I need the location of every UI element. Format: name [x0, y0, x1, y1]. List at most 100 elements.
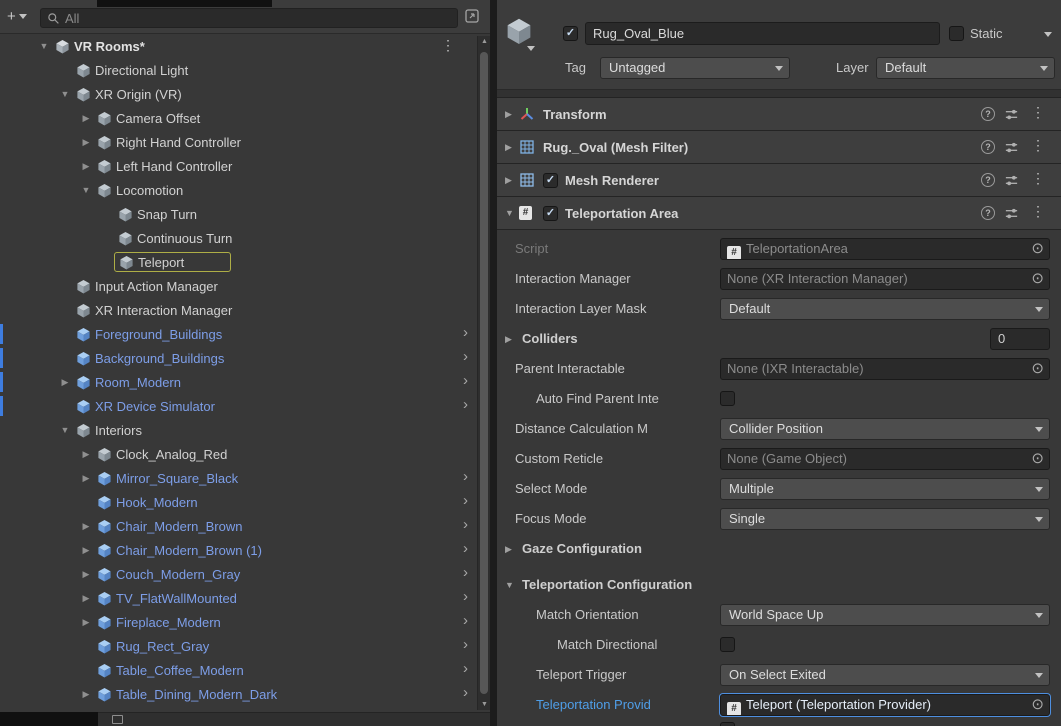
foldout-arrow[interactable]: ▶ — [76, 689, 96, 700]
kebab-menu-icon[interactable]: ⋮ — [1031, 104, 1045, 121]
search-input[interactable] — [65, 11, 451, 26]
kebab-menu-icon[interactable]: ⋮ — [441, 37, 456, 54]
foldout-arrow[interactable]: ▶ — [505, 142, 519, 153]
component-header[interactable]: ▶Transform?⋮ — [497, 98, 1061, 131]
object-field[interactable]: None (Game Object)⊙ — [720, 448, 1050, 470]
component-header[interactable]: ▶Rug._Oval (Mesh Filter)?⋮ — [497, 131, 1061, 164]
foldout-arrow[interactable]: ▶ — [55, 377, 75, 388]
foldout-arrow[interactable]: ▼ — [55, 425, 75, 435]
foldout-arrow[interactable]: ▶ — [76, 569, 96, 580]
property-checkbox[interactable] — [720, 722, 735, 726]
hierarchy-item[interactable]: ▶TV_FlatWallMounted› — [0, 586, 490, 610]
object-field[interactable]: #TeleportationArea⊙ — [720, 238, 1050, 260]
preset-icon[interactable] — [1004, 206, 1019, 224]
hierarchy-item[interactable]: XR Device Simulator› — [0, 394, 490, 418]
preset-icon[interactable] — [1004, 173, 1019, 191]
hierarchy-item[interactable]: ▶Chair_Modern_Brown (1)› — [0, 538, 490, 562]
hierarchy-item[interactable]: ▶Right Hand Controller — [0, 130, 490, 154]
property-checkbox[interactable] — [720, 637, 735, 652]
hierarchy-item[interactable]: ▶Left Hand Controller — [0, 154, 490, 178]
object-field[interactable]: #Teleport (Teleportation Provider)⊙ — [720, 694, 1050, 716]
foldout-arrow[interactable]: ▶ — [76, 449, 96, 460]
hierarchy-item[interactable]: Input Action Manager — [0, 274, 490, 298]
foldout-arrow[interactable]: ▶ — [76, 161, 96, 172]
kebab-menu-icon[interactable]: ⋮ — [1031, 170, 1045, 187]
open-prefab-chevron[interactable]: › — [463, 636, 468, 653]
hierarchy-item[interactable]: Hook_Modern› — [0, 490, 490, 514]
preset-icon[interactable] — [1004, 107, 1019, 125]
hierarchy-item[interactable]: ▶Room_Modern› — [0, 370, 490, 394]
search-window-icon[interactable] — [464, 8, 481, 25]
open-prefab-chevron[interactable]: › — [463, 540, 468, 557]
object-picker-icon[interactable]: ⊙ — [1031, 359, 1044, 379]
hierarchy-item[interactable]: ▶Couch_Modern_Gray› — [0, 562, 490, 586]
dropdown-field[interactable]: On Select Exited — [720, 664, 1050, 686]
active-checkbox[interactable]: ✓ — [563, 26, 578, 41]
dropdown-field[interactable]: Multiple — [720, 478, 1050, 500]
object-field[interactable]: None (IXR Interactable)⊙ — [720, 358, 1050, 380]
hierarchy-item[interactable]: ▶Chair_Modern_Brown› — [0, 514, 490, 538]
static-checkbox[interactable] — [949, 26, 964, 41]
foldout-arrow[interactable]: ▶ — [76, 617, 96, 628]
dropdown-field[interactable]: World Space Up — [720, 604, 1050, 626]
hierarchy-item[interactable]: Directional Light — [0, 58, 490, 82]
foldout-arrow[interactable]: ▶ — [76, 473, 96, 484]
component-header[interactable]: ▼#✓Teleportation Area?⋮ — [497, 197, 1061, 230]
open-prefab-chevron[interactable]: › — [463, 588, 468, 605]
hierarchy-item[interactable]: ▶Clock_Analog_Red — [0, 442, 490, 466]
kebab-menu-icon[interactable]: ⋮ — [1031, 203, 1045, 220]
hierarchy-item[interactable]: Background_Buildings› — [0, 346, 490, 370]
layer-dropdown[interactable]: Default — [876, 57, 1055, 79]
dropdown-field[interactable]: Single — [720, 508, 1050, 530]
hierarchy-search[interactable] — [40, 8, 458, 28]
panel-splitter[interactable] — [490, 0, 497, 726]
scrollbar-thumb[interactable] — [480, 52, 488, 694]
hierarchy-item[interactable]: Teleport — [0, 250, 490, 274]
foldout-arrow[interactable]: ▶ — [505, 109, 519, 120]
open-prefab-chevron[interactable]: › — [463, 396, 468, 413]
hierarchy-scrollbar[interactable]: ▲ ▼ — [477, 36, 490, 710]
hierarchy-item[interactable]: ▶Camera Offset — [0, 106, 490, 130]
add-object-button[interactable]: + — [7, 8, 27, 25]
foldout-arrow[interactable]: ▶ — [505, 334, 512, 345]
kebab-menu-icon[interactable]: ⋮ — [1031, 137, 1045, 154]
int-field[interactable]: 0 — [990, 328, 1050, 350]
static-dropdown-icon[interactable] — [1044, 32, 1052, 37]
hierarchy-item[interactable]: ▶Mirror_Square_Black› — [0, 466, 490, 490]
hierarchy-item[interactable]: ▼Locomotion — [0, 178, 490, 202]
dropdown-field[interactable]: Default — [720, 298, 1050, 320]
component-enabled-checkbox[interactable]: ✓ — [543, 206, 558, 221]
foldout-arrow[interactable]: ▼ — [505, 208, 519, 218]
scroll-up-icon[interactable]: ▲ — [478, 38, 490, 45]
object-picker-icon[interactable]: ⊙ — [1031, 239, 1044, 259]
foldout-arrow[interactable]: ▶ — [505, 544, 512, 555]
property-checkbox[interactable] — [720, 391, 735, 406]
open-prefab-chevron[interactable]: › — [463, 492, 468, 509]
hierarchy-item[interactable]: Continuous Turn — [0, 226, 490, 250]
foldout-arrow[interactable]: ▶ — [76, 593, 96, 604]
open-prefab-chevron[interactable]: › — [463, 516, 468, 533]
hierarchy-item[interactable]: Foreground_Buildings› — [0, 322, 490, 346]
object-picker-icon[interactable]: ⊙ — [1031, 269, 1044, 289]
open-prefab-chevron[interactable]: › — [463, 324, 468, 341]
help-icon[interactable]: ? — [981, 173, 995, 187]
hierarchy-item[interactable]: ▶Fireplace_Modern› — [0, 610, 490, 634]
preset-icon[interactable] — [1004, 140, 1019, 158]
foldout-arrow[interactable]: ▼ — [55, 89, 75, 99]
foldout-arrow[interactable]: ▶ — [76, 521, 96, 532]
foldout-arrow[interactable]: ▶ — [76, 545, 96, 556]
open-prefab-chevron[interactable]: › — [463, 612, 468, 629]
help-icon[interactable]: ? — [981, 107, 995, 121]
object-picker-icon[interactable]: ⊙ — [1031, 449, 1044, 469]
open-prefab-chevron[interactable]: › — [463, 348, 468, 365]
foldout-arrow[interactable]: ▼ — [505, 580, 514, 590]
gameobject-name-field[interactable]: Rug_Oval_Blue — [585, 22, 940, 45]
open-prefab-chevron[interactable]: › — [463, 660, 468, 677]
hierarchy-item[interactable]: XR Interaction Manager — [0, 298, 490, 322]
foldout-expanded-icon[interactable]: ▼ — [34, 41, 54, 51]
component-enabled-checkbox[interactable]: ✓ — [543, 173, 558, 188]
hierarchy-item[interactable]: Snap Turn — [0, 202, 490, 226]
gameobject-icon[interactable] — [505, 17, 533, 45]
hierarchy-item[interactable]: ▼XR Origin (VR) — [0, 82, 490, 106]
object-field[interactable]: None (XR Interaction Manager)⊙ — [720, 268, 1050, 290]
